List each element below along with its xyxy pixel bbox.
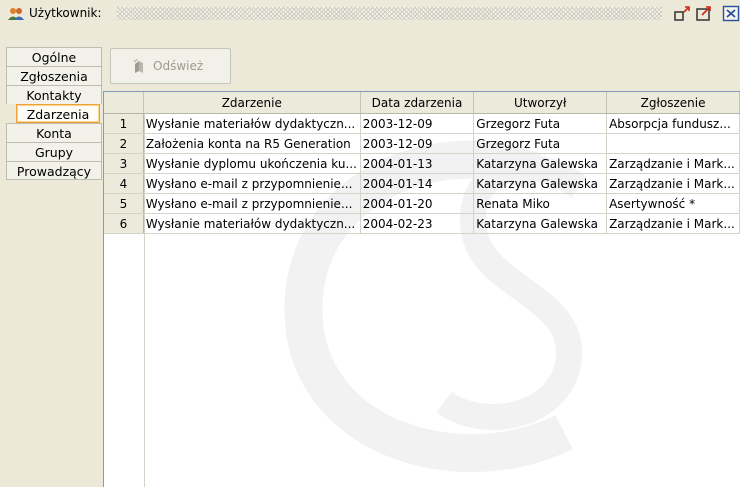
window-title: Użytkownik: bbox=[29, 6, 102, 20]
cell-data[interactable]: 2004-01-20 bbox=[360, 193, 475, 214]
tab-prowadzacy[interactable]: Prowadzący bbox=[6, 161, 102, 180]
table-row[interactable]: 6 Wysłanie materiałów dydaktyczn... 2004… bbox=[104, 213, 740, 234]
cell-utworzyl[interactable]: Katarzyna Galewska bbox=[473, 153, 608, 174]
table-row[interactable]: 5 Wysłano e-mail z przypomnienie... 2004… bbox=[104, 193, 740, 214]
tab-konta[interactable]: Konta bbox=[6, 123, 102, 142]
cell-data[interactable]: 2003-12-09 bbox=[360, 113, 475, 134]
cell-zgloszenie[interactable]: Absorpcja fundusz... bbox=[606, 113, 740, 134]
cell-zdarzenie[interactable]: Wysłanie materiałów dydaktyczn... bbox=[143, 213, 361, 234]
tab-zgloszenia[interactable]: Zgłoszenia bbox=[6, 66, 102, 85]
cell-zgloszenie[interactable]: Zarządzanie i Mark... bbox=[606, 213, 740, 234]
cell-zgloszenie[interactable]: Zarządzanie i Mark... bbox=[606, 153, 740, 174]
refresh-button[interactable]: Odśwież bbox=[110, 48, 231, 84]
table-corner bbox=[104, 92, 144, 114]
row-number: 2 bbox=[104, 133, 144, 154]
cell-zdarzenie[interactable]: Wysłanie dyplomu ukończenia ku... bbox=[143, 153, 361, 174]
events-table: Zdarzenie Data zdarzenia Utworzył Zgłosz… bbox=[104, 92, 740, 234]
tab-kontakty[interactable]: Kontakty bbox=[6, 85, 102, 104]
cell-data[interactable]: 2004-01-13 bbox=[360, 153, 475, 174]
row-number: 1 bbox=[104, 113, 144, 134]
cell-data[interactable]: 2003-12-09 bbox=[360, 133, 475, 154]
column-header-data[interactable]: Data zdarzenia bbox=[360, 92, 475, 114]
cell-utworzyl[interactable]: Grzegorz Futa bbox=[473, 133, 608, 154]
row-number: 3 bbox=[104, 153, 144, 174]
cell-data[interactable]: 2004-02-23 bbox=[360, 213, 475, 234]
side-tabs: Ogólne Zgłoszenia Kontakty Zdarzenia Kon… bbox=[6, 47, 102, 180]
title-bar[interactable]: Użytkownik: bbox=[0, 0, 740, 28]
column-header-zgloszenie[interactable]: Zgłoszenie bbox=[606, 92, 740, 114]
table-header-row: Zdarzenie Data zdarzenia Utworzył Zgłosz… bbox=[104, 92, 740, 114]
tab-grupy[interactable]: Grupy bbox=[6, 142, 102, 161]
table-row[interactable]: 4 Wysłano e-mail z przypomnienie... 2004… bbox=[104, 173, 740, 194]
refresh-label: Odśwież bbox=[153, 59, 204, 73]
cell-utworzyl[interactable]: Katarzyna Galewska bbox=[473, 173, 608, 194]
cell-utworzyl[interactable]: Grzegorz Futa bbox=[473, 113, 608, 134]
cell-zdarzenie[interactable]: Założenia konta na R5 Generation bbox=[143, 133, 361, 154]
cell-utworzyl[interactable]: Katarzyna Galewska bbox=[473, 213, 608, 234]
cell-data[interactable]: 2004-01-14 bbox=[360, 173, 475, 194]
tab-zdarzenia[interactable]: Zdarzenia bbox=[16, 104, 100, 123]
table-row[interactable]: 1 Wysłanie materiałów dydaktyczn... 2003… bbox=[104, 113, 740, 134]
events-table-area[interactable]: Zdarzenie Data zdarzenia Utworzył Zgłosz… bbox=[103, 91, 740, 487]
users-icon bbox=[8, 8, 24, 20]
row-number: 6 bbox=[104, 213, 144, 234]
refresh-icon bbox=[133, 59, 143, 73]
restore-icon[interactable] bbox=[674, 5, 692, 22]
table-row[interactable]: 3 Wysłanie dyplomu ukończenia ku... 2004… bbox=[104, 153, 740, 174]
tab-ogolne[interactable]: Ogólne bbox=[6, 47, 102, 66]
cell-utworzyl[interactable]: Renata Miko bbox=[473, 193, 608, 214]
cell-zdarzenie[interactable]: Wysłano e-mail z przypomnienie... bbox=[143, 173, 361, 194]
cell-zdarzenie[interactable]: Wysłanie materiałów dydaktyczn... bbox=[143, 113, 361, 134]
title-drag-area[interactable] bbox=[117, 7, 662, 20]
table-row[interactable]: 2 Założenia konta na R5 Generation 2003-… bbox=[104, 133, 740, 154]
column-header-zdarzenie[interactable]: Zdarzenie bbox=[143, 92, 361, 114]
row-number: 5 bbox=[104, 193, 144, 214]
row-number: 4 bbox=[104, 173, 144, 194]
column-header-utworzyl[interactable]: Utworzył bbox=[473, 92, 608, 114]
user-window: Użytkownik: Ogólne Zgłoszenia Kontakty Z… bbox=[0, 0, 740, 487]
cell-zgloszenie[interactable]: Asertywność * bbox=[606, 193, 740, 214]
cell-zdarzenie[interactable]: Wysłano e-mail z przypomnienie... bbox=[143, 193, 361, 214]
cell-zgloszenie[interactable] bbox=[606, 133, 740, 154]
maximize-icon[interactable] bbox=[695, 5, 713, 22]
close-icon[interactable] bbox=[722, 5, 740, 22]
cell-zgloszenie[interactable]: Zarządzanie i Mark... bbox=[606, 173, 740, 194]
